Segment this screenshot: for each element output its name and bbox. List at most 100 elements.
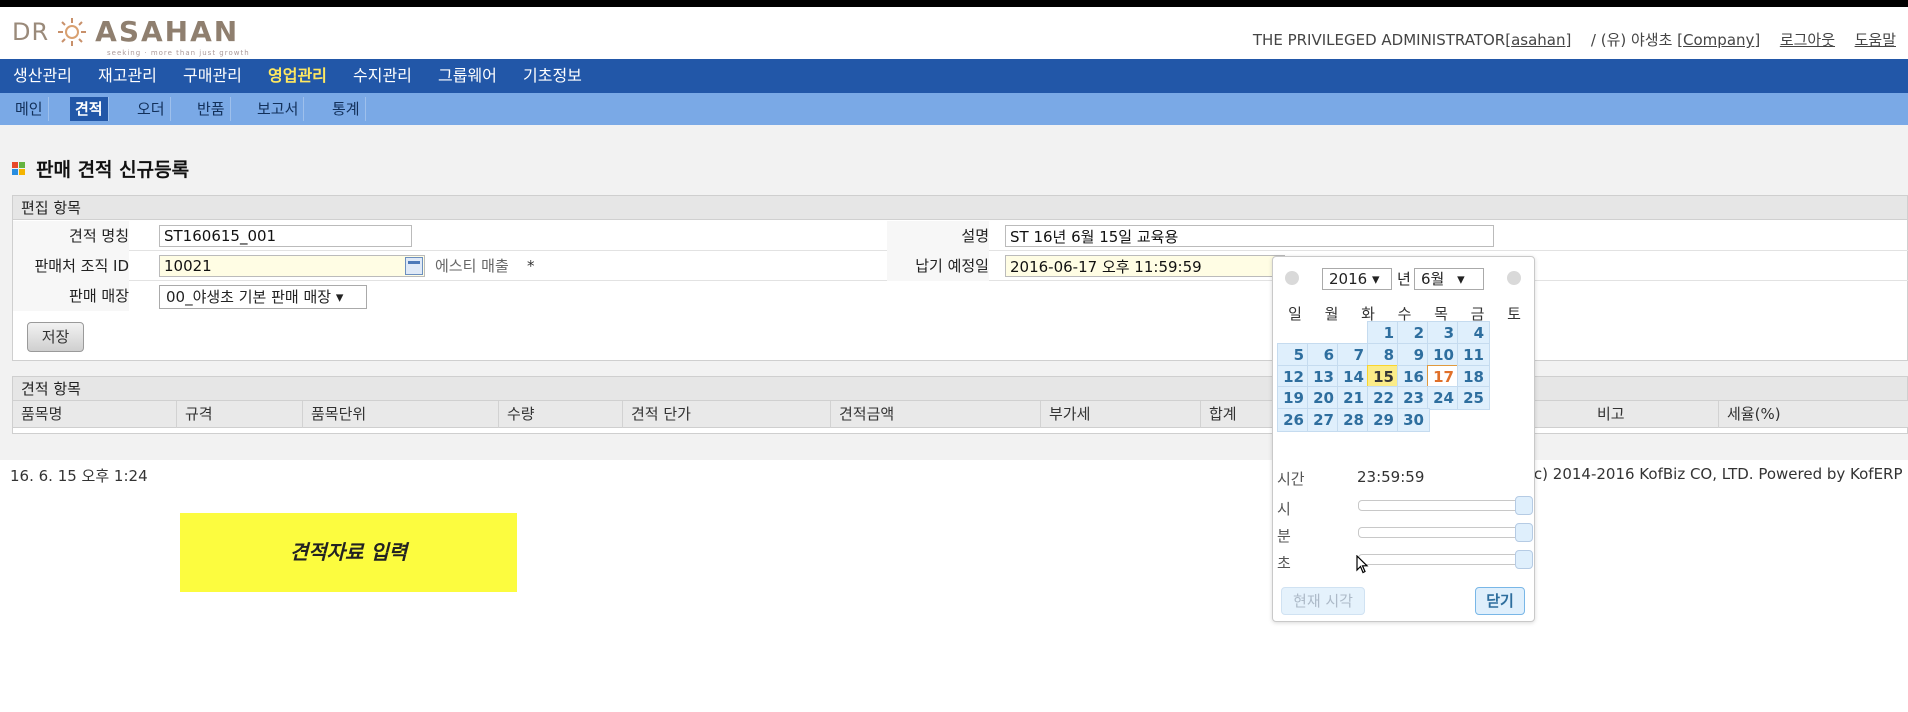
calendar-day[interactable]: 5	[1277, 342, 1310, 367]
col-unit-price[interactable]: 견적 단가	[623, 401, 831, 428]
main-nav-accounting[interactable]: 수지관리	[353, 59, 412, 93]
description-input[interactable]	[1005, 225, 1494, 247]
month-dropdown-arrow: ▾	[1457, 270, 1465, 288]
weekday-label: 토	[1507, 305, 1521, 323]
logo-dr-text: DR	[12, 18, 50, 46]
sun-logo-icon	[58, 18, 87, 46]
calendar-day[interactable]: 16	[1397, 364, 1430, 389]
col-remarks[interactable]: 비고	[1589, 401, 1719, 428]
items-section: 견적 항목 품목명 규격 품목단위 수량 견적 단가 견적금액 부가세 합계 비…	[12, 376, 1908, 434]
close-button[interactable]: 닫기	[1475, 587, 1525, 615]
calendar-day[interactable]: 2	[1397, 321, 1430, 345]
description-label: 설명	[887, 221, 989, 251]
form-row-1: 견적 명칭 설명	[13, 221, 1908, 251]
org-lookup-icon[interactable]	[405, 257, 423, 275]
quote-name-input[interactable]	[159, 225, 412, 247]
main-nav-sales[interactable]: 영업관리	[268, 59, 327, 93]
calendar-day[interactable]: 11	[1457, 342, 1490, 367]
form-row-3: 판매 매장 00_야생초 기본 판매 매장 ▾	[13, 281, 1908, 311]
hour-slider[interactable]	[1358, 496, 1533, 515]
calendar-day[interactable]: 4	[1457, 321, 1490, 345]
calendar-day[interactable]: 7	[1337, 342, 1370, 367]
main-nav-production[interactable]: 생산관리	[13, 59, 72, 93]
next-month-icon[interactable]	[1507, 271, 1521, 285]
top-black-bar	[0, 0, 1908, 7]
calendar-day[interactable]: 9	[1397, 342, 1430, 367]
calendar-day[interactable]: 25	[1457, 386, 1490, 411]
calendar-day[interactable]: 26	[1277, 408, 1310, 433]
main-nav-purchase[interactable]: 구매관리	[183, 59, 242, 93]
second-slider[interactable]	[1358, 550, 1533, 569]
col-vat[interactable]: 부가세	[1041, 401, 1201, 428]
calendar-day[interactable]: 21	[1337, 386, 1370, 411]
company-suffix: ]	[1754, 31, 1761, 49]
tab-report[interactable]: 보고서	[252, 97, 305, 121]
now-button[interactable]: 현재 시각	[1281, 587, 1365, 615]
tab-statistics[interactable]: 통계	[327, 97, 366, 121]
calendar-day[interactable]: 10	[1427, 342, 1460, 367]
company-link[interactable]: Company	[1683, 31, 1754, 49]
hour-slider-handle[interactable]	[1515, 496, 1533, 515]
edit-section-header: 편집 항목	[13, 196, 1907, 220]
calendar-day[interactable]: 20	[1307, 386, 1340, 411]
windows-grid-icon	[12, 161, 26, 176]
tab-return[interactable]: 반품	[192, 97, 231, 121]
minute-slider[interactable]	[1358, 523, 1533, 542]
calendar-day[interactable]: 13	[1307, 364, 1340, 389]
calendar-day[interactable]: 15	[1367, 364, 1400, 389]
store-select[interactable]: 00_야생초 기본 판매 매장 ▾	[159, 285, 367, 309]
year-select[interactable]: 2016 ▾	[1322, 268, 1392, 290]
form-row-2: 판매처 조직 ID 에스티 매출 * 납기 예정일	[13, 251, 1908, 281]
calendar-day[interactable]: 19	[1277, 386, 1310, 411]
weekday-label: 일	[1288, 305, 1302, 323]
calendar-day[interactable]: 23	[1397, 386, 1430, 411]
minute-slider-handle[interactable]	[1515, 523, 1533, 542]
col-quantity[interactable]: 수량	[499, 401, 623, 428]
calendar-day[interactable]: 24	[1427, 386, 1460, 411]
month-value: 6월	[1421, 270, 1445, 288]
calendar-day[interactable]: 17	[1427, 364, 1460, 389]
edit-section: 편집 항목 견적 명칭 설명 판매처 조직 ID 에스티 매출 * 납기 예정일…	[12, 195, 1908, 361]
time-label: 시간	[1277, 470, 1305, 488]
seller-org-label: 판매처 조직 ID	[13, 251, 129, 281]
quote-name-label: 견적 명칭	[13, 221, 129, 251]
logo-asahan-text: ASAHAN	[95, 15, 240, 48]
tab-main[interactable]: 메인	[10, 97, 49, 121]
tab-quote[interactable]: 견적	[70, 97, 109, 121]
logout-link[interactable]: 로그아웃	[1780, 31, 1835, 49]
company-prefix: / (유) 야생초 [	[1590, 31, 1684, 49]
delivery-date-input[interactable]	[1005, 255, 1285, 277]
calendar-day[interactable]: 28	[1337, 408, 1370, 433]
user-suffix: ]	[1565, 31, 1572, 49]
logo[interactable]: DR ASAHAN seeking · more than just growt…	[12, 15, 249, 58]
calendar-day[interactable]: 29	[1367, 408, 1400, 433]
calendar-day[interactable]: 8	[1367, 342, 1400, 367]
main-nav-groupware[interactable]: 그룹웨어	[438, 59, 497, 93]
user-id-link[interactable]: asahan	[1511, 31, 1565, 49]
page-title-text: 판매 견적 신규등록	[36, 159, 190, 181]
col-spec[interactable]: 규격	[177, 401, 303, 428]
second-label: 초	[1277, 554, 1291, 572]
seller-org-input[interactable]	[159, 255, 425, 277]
second-slider-handle[interactable]	[1515, 550, 1533, 569]
col-item-name[interactable]: 품목명	[13, 401, 177, 428]
help-link[interactable]: 도움말	[1855, 31, 1896, 49]
calendar-day[interactable]: 14	[1337, 364, 1370, 389]
calendar-day[interactable]: 3	[1427, 321, 1460, 345]
calendar-day[interactable]: 18	[1457, 364, 1490, 389]
prev-month-icon[interactable]	[1285, 271, 1299, 285]
main-nav-basic-info[interactable]: 기초정보	[523, 59, 582, 93]
save-button[interactable]: 저장	[27, 322, 84, 352]
calendar-day[interactable]: 1	[1367, 321, 1400, 345]
month-select[interactable]: 6월 ▾	[1414, 268, 1484, 290]
calendar-day[interactable]: 30	[1397, 408, 1430, 433]
tab-order[interactable]: 오더	[132, 97, 171, 121]
col-tax-rate[interactable]: 세율(%)	[1719, 401, 1908, 428]
main-nav-inventory[interactable]: 재고관리	[98, 59, 157, 93]
calendar-day[interactable]: 22	[1367, 386, 1400, 411]
calendar-day[interactable]: 6	[1307, 342, 1340, 367]
calendar-day[interactable]: 12	[1277, 364, 1310, 389]
col-amount[interactable]: 견적금액	[831, 401, 1041, 428]
col-unit[interactable]: 품목단위	[303, 401, 499, 428]
calendar-day[interactable]: 27	[1307, 408, 1340, 433]
